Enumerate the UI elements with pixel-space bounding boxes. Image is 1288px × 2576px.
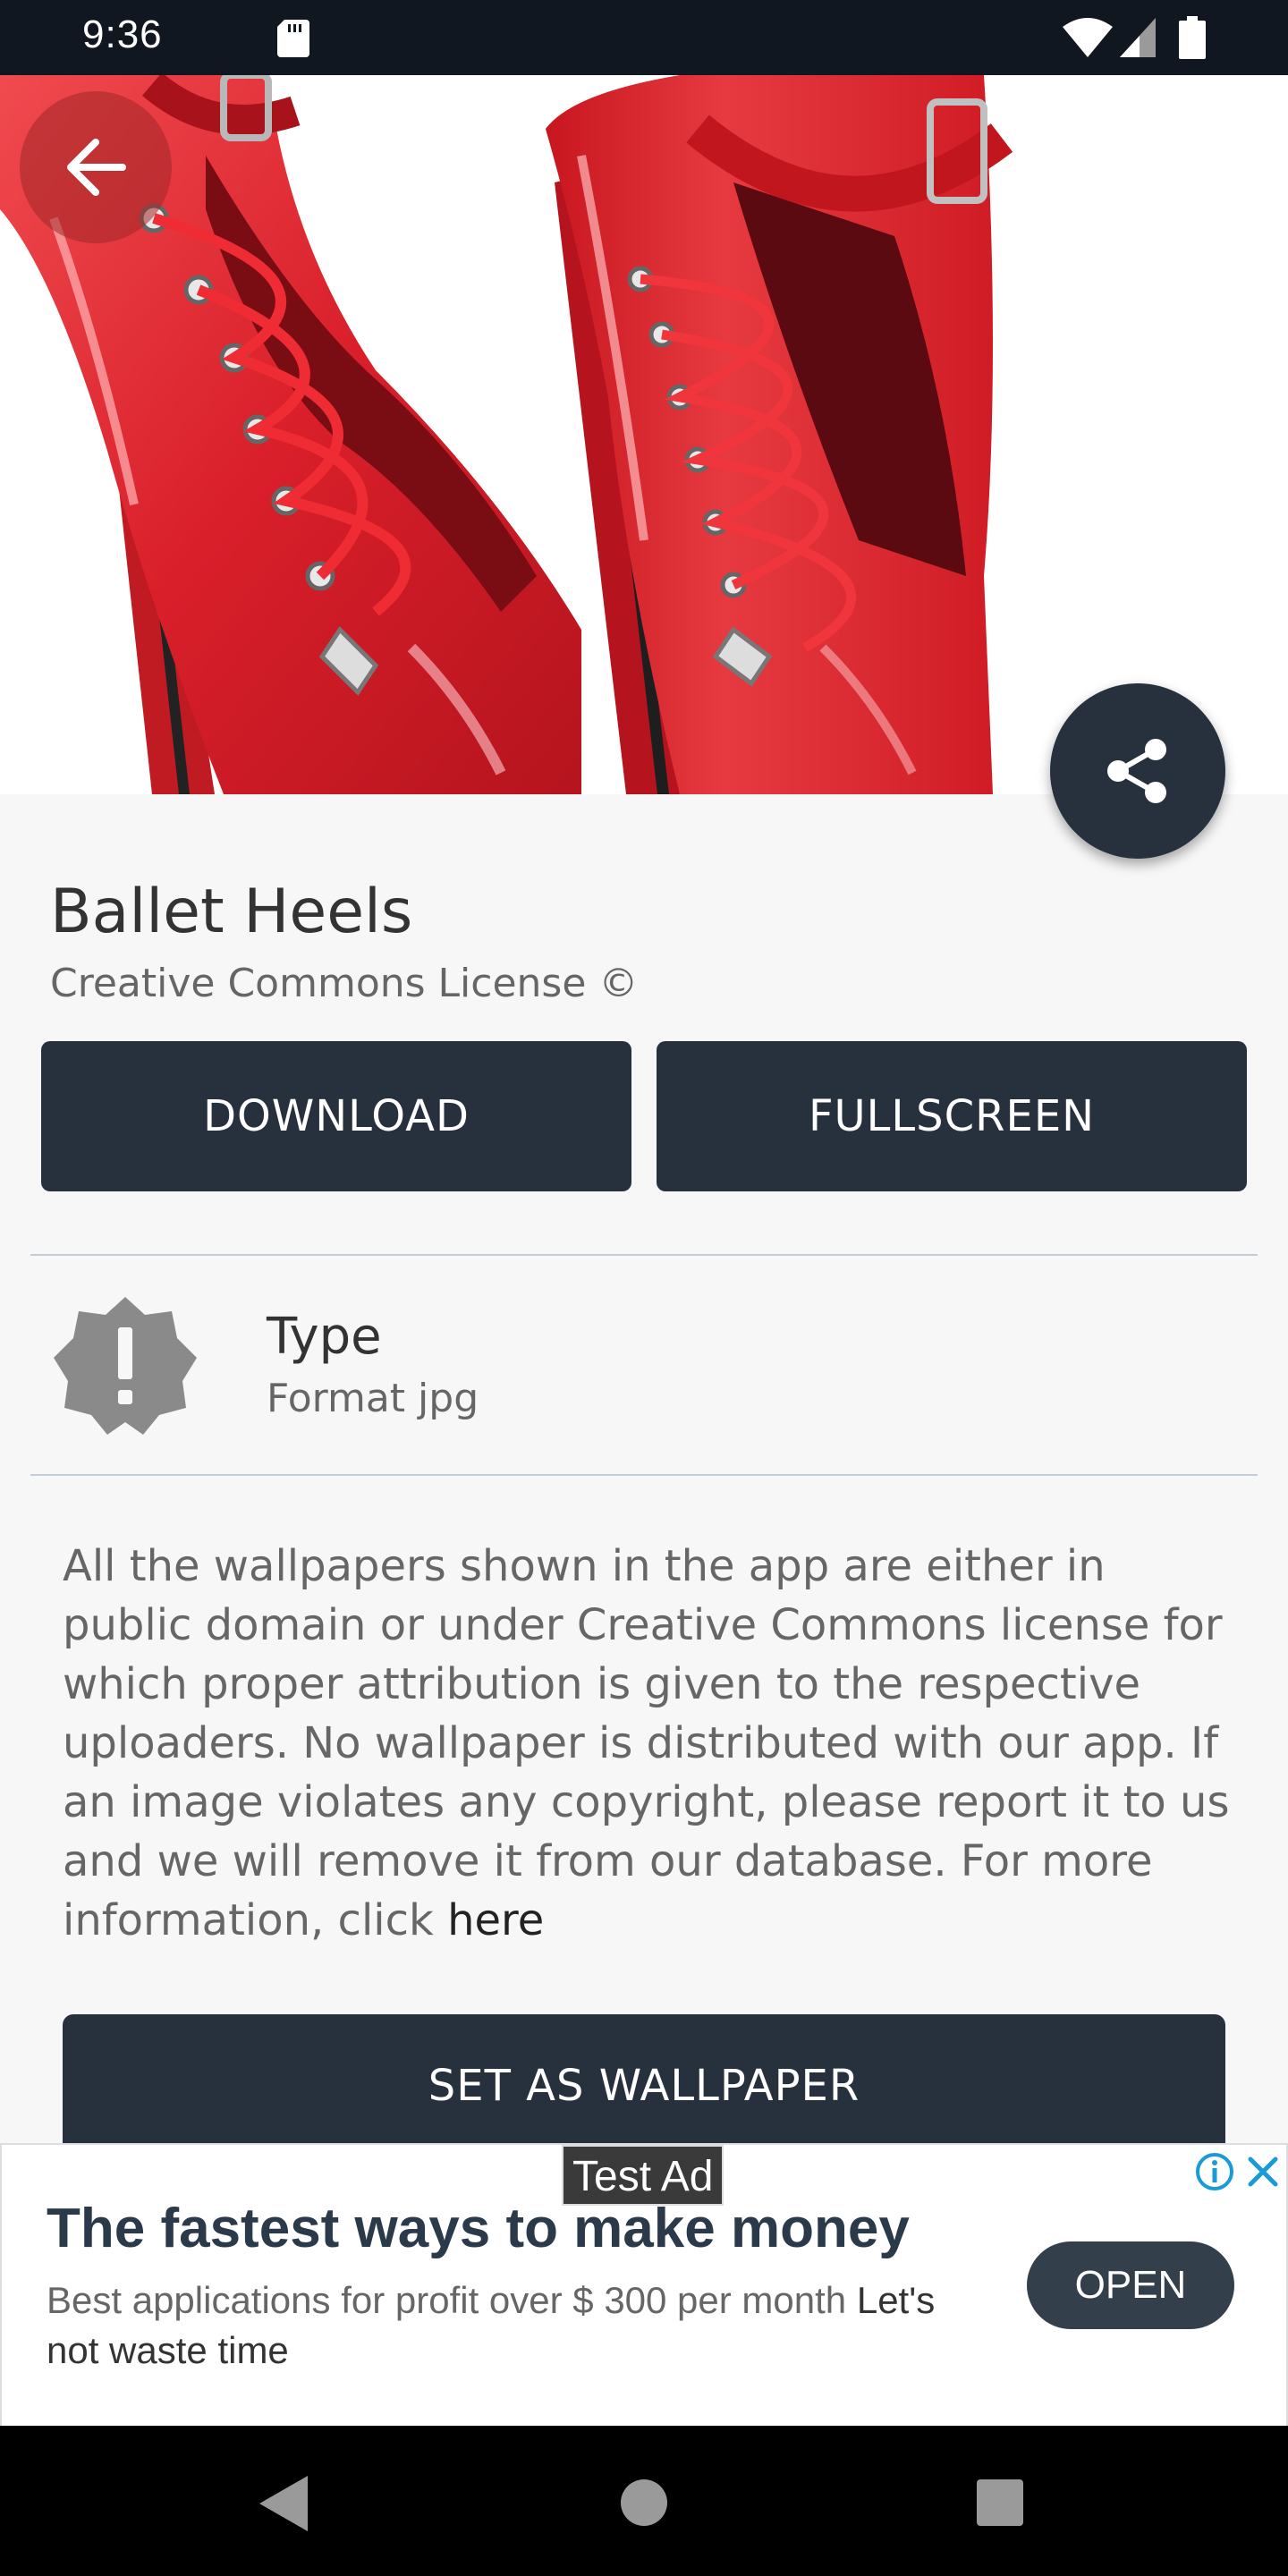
divider xyxy=(30,1254,1258,1256)
sd-card-icon xyxy=(277,20,309,57)
wallpaper-image[interactable] xyxy=(0,75,1288,794)
download-button[interactable]: DOWNLOAD xyxy=(41,1041,631,1191)
type-value: Format jpg xyxy=(267,1376,479,1421)
back-arrow-icon xyxy=(67,139,126,196)
nav-back-icon[interactable] xyxy=(259,2476,308,2531)
ad-close-icon[interactable] xyxy=(1243,2152,1283,2191)
copyright-disclaimer: All the wallpapers shown in the app are … xyxy=(63,1537,1243,1950)
fullscreen-button[interactable]: FULLSCREEN xyxy=(657,1041,1247,1191)
status-bar: 9:36 xyxy=(0,0,1288,75)
divider xyxy=(30,1474,1258,1476)
ad-body: Best applications for profit over $ 300 … xyxy=(47,2275,977,2376)
shoe-illustration xyxy=(0,75,1288,794)
battery-icon xyxy=(1179,16,1206,59)
disclaimer-text: All the wallpapers shown in the app are … xyxy=(63,1541,1230,1945)
more-info-link[interactable]: here xyxy=(447,1895,544,1945)
back-button[interactable] xyxy=(20,91,172,243)
type-label: Type xyxy=(267,1308,382,1366)
ad-body-text: Best applications for profit over $ 300 … xyxy=(47,2279,857,2321)
nav-home-icon[interactable] xyxy=(621,2479,667,2526)
status-time: 9:36 xyxy=(82,13,163,56)
ad-open-button[interactable]: OPEN xyxy=(1027,2241,1234,2329)
alert-badge-icon xyxy=(54,1297,197,1435)
system-nav-bar xyxy=(0,2426,1288,2576)
license-text: Creative Commons License © xyxy=(50,961,639,1006)
ad-headline[interactable]: The fastest ways to make money xyxy=(47,2197,910,2260)
wifi-icon xyxy=(1063,18,1113,57)
share-button[interactable] xyxy=(1050,683,1225,859)
ad-info-icon[interactable] xyxy=(1195,2152,1234,2191)
wallpaper-title: Ballet Heels xyxy=(50,877,413,947)
signal-icon xyxy=(1120,18,1156,57)
nav-recents-icon[interactable] xyxy=(977,2479,1023,2526)
share-icon xyxy=(1107,739,1166,803)
